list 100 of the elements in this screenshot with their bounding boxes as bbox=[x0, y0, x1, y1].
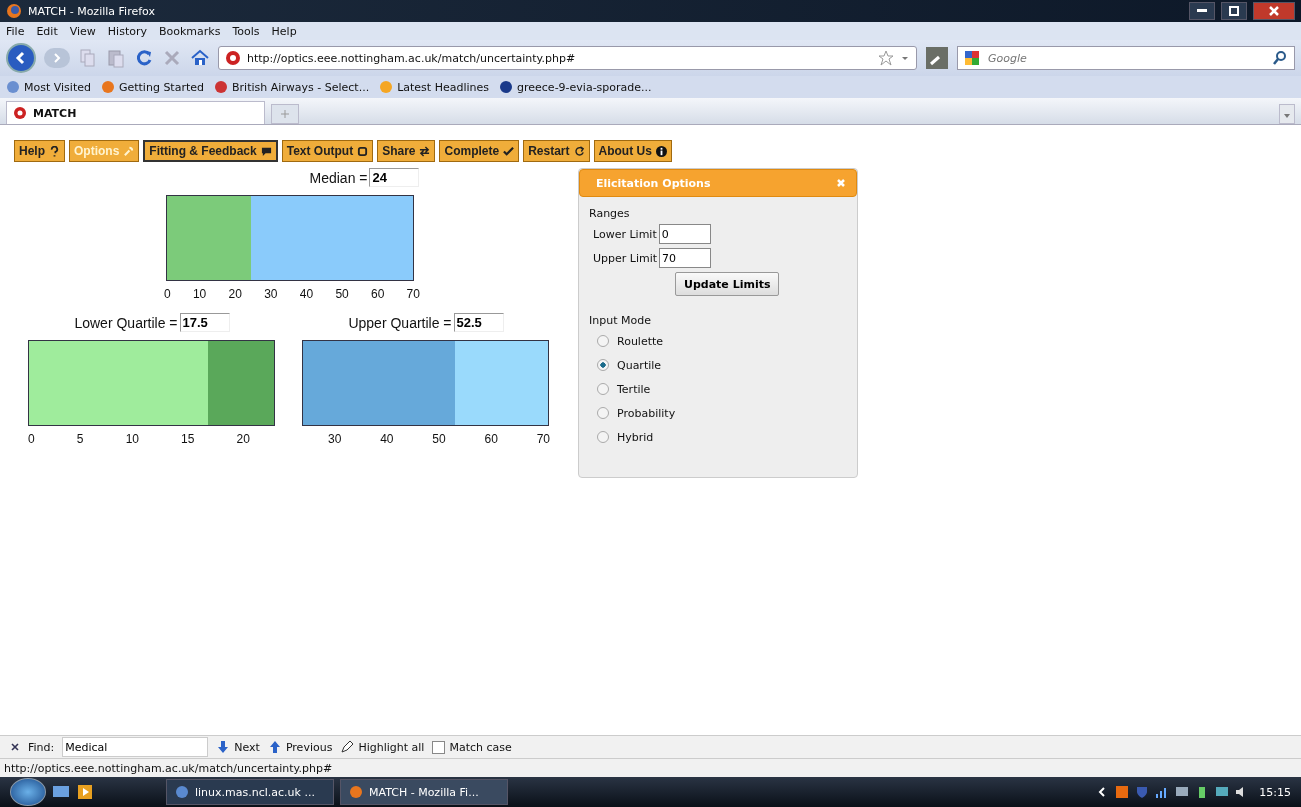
taskbar-item[interactable]: MATCH - Mozilla Fi... bbox=[340, 779, 508, 805]
axis-tick-label: 10 bbox=[192, 287, 207, 301]
minimize-icon[interactable] bbox=[1197, 9, 1207, 13]
bookmark-link[interactable]: Latest Headlines bbox=[397, 80, 489, 94]
window-icon bbox=[349, 785, 363, 799]
taskbar-item[interactable]: linux.mas.ncl.ac.uk ... bbox=[166, 779, 334, 805]
upper-quartile-slider[interactable] bbox=[302, 340, 549, 426]
bookmark-icon[interactable] bbox=[499, 80, 513, 94]
toolbar-button[interactable]: Complete bbox=[439, 140, 520, 162]
firefox-icon bbox=[6, 3, 22, 19]
toolbar-button[interactable]: Share bbox=[377, 140, 436, 162]
checkbox[interactable] bbox=[432, 740, 446, 754]
axis-tick-label: 40 bbox=[299, 287, 314, 301]
radio-button[interactable] bbox=[597, 335, 609, 347]
axis-tick-label: 40 bbox=[380, 432, 394, 446]
shield-icon[interactable] bbox=[1135, 785, 1150, 799]
pen-icon[interactable] bbox=[340, 740, 355, 754]
radio-button[interactable] bbox=[597, 359, 609, 371]
arrow-square-icon[interactable] bbox=[925, 46, 949, 70]
google-icon[interactable] bbox=[964, 50, 980, 66]
menu-item[interactable]: View bbox=[69, 24, 96, 38]
update-limits-button[interactable]: Update Limits bbox=[675, 272, 780, 296]
check-icon bbox=[503, 145, 515, 157]
axis-tick-label: 5 bbox=[76, 432, 84, 446]
menu-item[interactable]: Edit bbox=[36, 24, 58, 38]
star-icon[interactable] bbox=[878, 50, 894, 66]
radio-button[interactable] bbox=[597, 407, 609, 419]
bookmark-link[interactable]: greece-9-evia-sporade... bbox=[517, 80, 652, 94]
speech-bubble-icon bbox=[260, 145, 272, 157]
tray-icon[interactable] bbox=[1115, 785, 1130, 799]
menu-item[interactable]: Bookmarks bbox=[159, 24, 221, 38]
find-field[interactable]: Medical bbox=[62, 737, 209, 757]
menu-item[interactable]: Help bbox=[271, 24, 297, 38]
radio-label[interactable]: Tertile bbox=[617, 382, 651, 396]
find-label: Find: bbox=[28, 740, 55, 754]
network-icon[interactable] bbox=[1175, 785, 1190, 799]
browser-tab[interactable]: MATCH bbox=[6, 101, 265, 124]
back-button[interactable] bbox=[6, 43, 36, 73]
slider-fill[interactable] bbox=[29, 341, 208, 425]
reload-icon[interactable] bbox=[134, 48, 154, 68]
window-title: MATCH - Mozilla Firefox bbox=[28, 4, 155, 18]
close-button[interactable] bbox=[1253, 2, 1295, 20]
radio-label[interactable]: Hybrid bbox=[617, 430, 654, 444]
status-text: http://optics.eee.nottingham.ac.uk/match/uncertainty.php# bbox=[4, 761, 333, 775]
toolbar-button[interactable]: Restart bbox=[523, 140, 590, 162]
menu-item[interactable]: History bbox=[107, 24, 147, 38]
axis-tick-label: 0 bbox=[164, 287, 171, 301]
maximize-button[interactable] bbox=[1221, 2, 1247, 20]
tab-list-button[interactable] bbox=[1279, 104, 1295, 124]
checkbox-label[interactable]: Match case bbox=[449, 740, 512, 754]
address-field[interactable]: http://optics.eee.nottingham.ac.uk/match/uncertainty.php# bbox=[218, 46, 917, 70]
radio-label[interactable]: Probability bbox=[617, 406, 676, 420]
previous-button[interactable]: Previous bbox=[285, 740, 333, 754]
home-icon[interactable] bbox=[190, 48, 210, 68]
axis-tick-label: 60 bbox=[371, 287, 385, 301]
down-arrow-icon[interactable] bbox=[216, 740, 231, 754]
slider-fill[interactable] bbox=[167, 196, 252, 280]
slider-fill[interactable] bbox=[303, 341, 455, 425]
limit-field[interactable]: 70 bbox=[659, 248, 712, 268]
info-icon bbox=[655, 145, 667, 157]
search-icon[interactable] bbox=[1272, 50, 1288, 66]
circular-arrow-icon bbox=[573, 145, 585, 157]
median-field[interactable]: 24 bbox=[369, 168, 420, 187]
median-slider[interactable] bbox=[166, 195, 414, 281]
toolbar-button[interactable]: Fitting & Feedback bbox=[143, 140, 278, 162]
caret-icon[interactable] bbox=[1283, 112, 1291, 119]
lower-quartile-slider[interactable] bbox=[28, 340, 275, 426]
monitor-icon[interactable] bbox=[1215, 785, 1230, 799]
start-button[interactable] bbox=[10, 778, 46, 806]
radio-button[interactable] bbox=[597, 431, 609, 443]
media-icon[interactable] bbox=[76, 783, 94, 801]
up-arrow-icon[interactable] bbox=[267, 740, 282, 754]
radio-button[interactable] bbox=[597, 383, 609, 395]
toolbar-button[interactable]: Help bbox=[14, 140, 65, 162]
highlight-all-button[interactable]: Highlight all bbox=[358, 740, 425, 754]
field-label: Lower Limit bbox=[593, 227, 657, 241]
axis-tick-label: 0 bbox=[28, 432, 35, 446]
search-box[interactable]: Google bbox=[957, 46, 1295, 70]
lower-quartile-field[interactable]: 17.5 bbox=[179, 313, 230, 332]
bookmark-link[interactable]: British Airways - Select... bbox=[232, 80, 370, 94]
toolbar-button[interactable]: About Us bbox=[593, 140, 672, 162]
bookmark-icon[interactable] bbox=[214, 80, 228, 94]
bookmark-link[interactable]: Most Visited bbox=[24, 80, 91, 94]
bookmark-link[interactable]: Getting Started bbox=[118, 80, 204, 94]
limit-field[interactable]: 0 bbox=[658, 224, 711, 244]
radio-label[interactable]: Quartile bbox=[617, 358, 662, 372]
next-button[interactable]: Next bbox=[234, 740, 260, 754]
section-heading: Input Mode bbox=[589, 314, 652, 327]
axis-tick-label: 20 bbox=[228, 287, 242, 301]
menu-item[interactable]: File bbox=[6, 24, 25, 38]
radio-label[interactable]: Roulette bbox=[617, 334, 664, 348]
toolbar-button[interactable]: Text Output bbox=[281, 140, 374, 162]
site-icon bbox=[13, 106, 27, 120]
minimize-button[interactable] bbox=[1189, 2, 1215, 20]
close-icon[interactable] bbox=[10, 742, 20, 752]
maximize-icon[interactable] bbox=[1229, 6, 1239, 16]
upper-quartile-label: Upper Quartile = bbox=[348, 314, 452, 331]
menu-item[interactable]: Tools bbox=[232, 24, 260, 38]
field-label: Upper Limit bbox=[593, 251, 658, 265]
upper-quartile-field[interactable]: 52.5 bbox=[453, 313, 504, 332]
